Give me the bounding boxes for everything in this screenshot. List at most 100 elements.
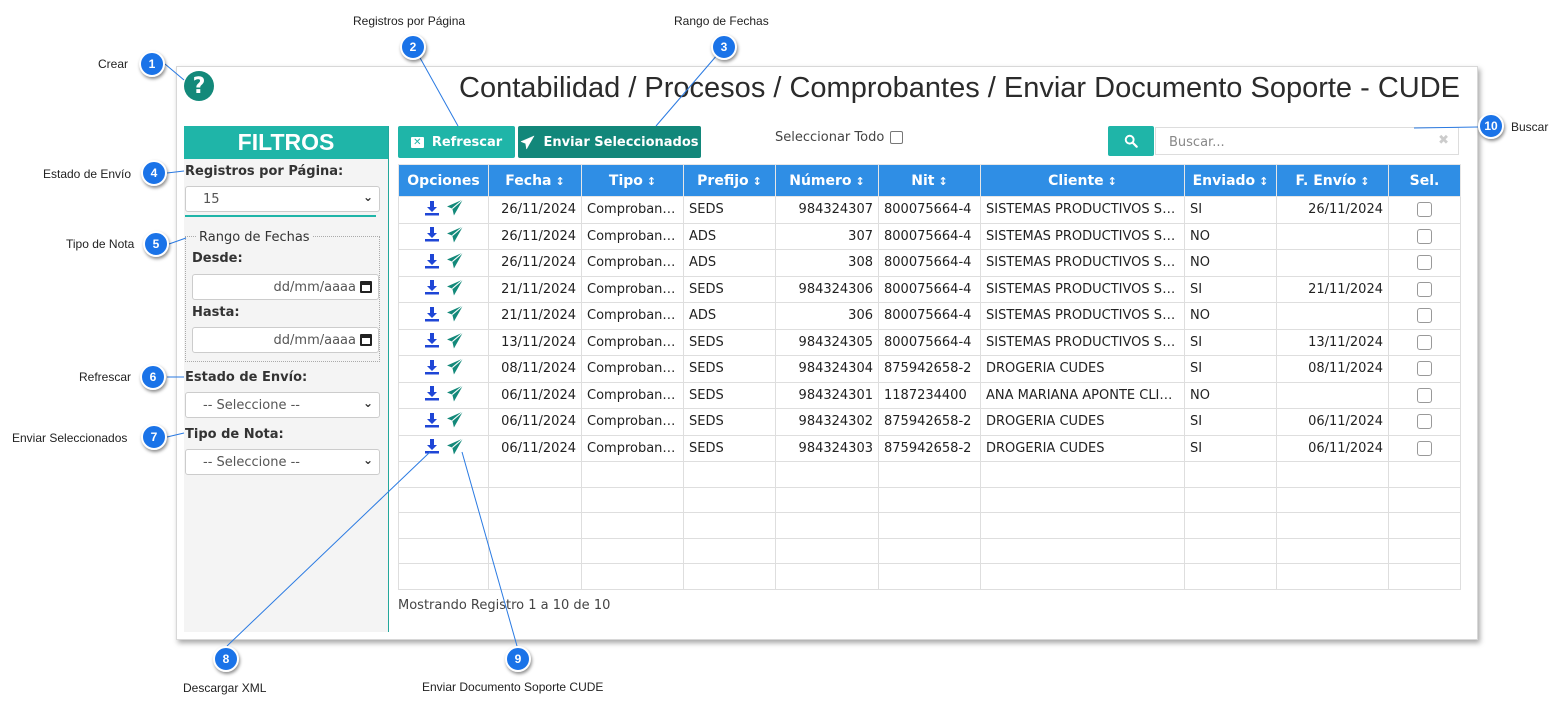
download-icon[interactable] [424,359,440,379]
calendar-icon[interactable] [360,334,372,346]
paper-plane-icon[interactable] [446,358,464,379]
paper-plane-icon[interactable] [446,225,464,247]
empty-cell [683,512,776,539]
row-checkbox[interactable] [1417,281,1432,297]
callout-8: 8 [213,646,239,672]
sort-icon[interactable]: ↕ [647,175,656,188]
options-cell [398,196,489,224]
download-icon[interactable] [424,226,440,246]
table-row: 08/11/2024 Comprobante... SEDS 984324304 875… [398,355,1461,383]
search-input[interactable]: Buscar... ✖ [1155,127,1459,155]
paper-plane-icon[interactable] [446,199,464,220]
calendar-icon[interactable] [360,281,372,293]
hasta-date-input[interactable]: dd/mm/aaaa [192,327,379,353]
date-range-legend: Rango de Fechas [196,230,313,245]
column-header[interactable]: F. Envío ↕ [1276,164,1389,197]
cell-cliente: SISTEMAS PRODUCTIVOS SAS [980,249,1185,277]
paper-plane-icon[interactable] [446,384,464,406]
column-header[interactable]: Tipo ↕ [581,164,684,197]
row-checkbox[interactable] [1417,228,1432,244]
select-all[interactable]: Seleccionar Todo [775,130,904,145]
cell-prefijo: ADS [683,249,776,277]
callout-label-rango: Rango de Fechas [674,14,769,28]
table-header-row: Opciones Fecha ↕ Tipo ↕ Prefijo ↕ Número ↕ Nit ↕ Cl… [398,164,1461,197]
download-icon[interactable] [424,332,440,352]
download-icon[interactable] [424,200,440,220]
paper-plane-icon[interactable] [446,437,464,459]
select-cell [1388,328,1461,356]
row-checkbox[interactable] [1417,308,1432,324]
help-question-icon[interactable]: ? [184,71,214,101]
empty-cell [775,563,879,590]
paper-plane-icon[interactable] [446,252,464,273]
download-icon[interactable] [424,253,440,273]
desde-date-input[interactable]: dd/mm/aaaa [192,274,379,300]
cell-numero: 984324301 [775,381,879,409]
select-all-checkbox[interactable] [890,131,904,144]
cell-cliente: SISTEMAS PRODUCTIVOS SAS [980,328,1185,356]
cell-fecha: 26/11/2024 [488,249,582,277]
search-icon [1124,134,1138,148]
sort-icon[interactable]: ↕ [753,175,762,188]
row-checkbox[interactable] [1417,440,1432,456]
column-header[interactable]: Fecha ↕ [488,164,582,197]
search-button[interactable] [1108,126,1154,156]
tipo-nota-select[interactable]: -- Seleccione -- ⌄ [185,449,380,475]
sort-icon[interactable]: ↕ [1108,175,1117,188]
column-header[interactable]: Cliente ↕ [980,164,1185,197]
paper-plane-icon[interactable] [446,331,464,353]
select-cell [1388,355,1461,383]
sort-icon[interactable]: ↕ [856,175,865,188]
chevron-down-icon: ⌄ [362,453,373,467]
paper-plane-icon[interactable] [446,278,464,300]
column-header[interactable]: Prefijo ↕ [683,164,776,197]
callout-label-refrescar: Refrescar [79,370,132,384]
cell-prefijo: SEDS [683,381,776,409]
callout-3: 3 [711,34,737,60]
download-icon[interactable] [424,385,440,405]
cell-fecha: 21/11/2024 [488,275,582,303]
registros-label: Registros por Página: [185,164,344,179]
sort-icon[interactable]: ↕ [1360,175,1369,188]
cell-enviado: SI [1184,355,1277,383]
row-checkbox[interactable] [1417,361,1432,377]
empty-cell [398,461,489,488]
send-selected-button[interactable]: Enviar Seleccionados [518,126,701,158]
empty-cell [1184,486,1277,514]
options-cell [398,328,489,356]
select-cell [1388,408,1461,436]
cell-nit: 800075664-4 [878,328,981,356]
empty-cell [683,537,776,565]
empty-cell [683,461,776,488]
row-checkbox[interactable] [1417,414,1432,430]
download-icon[interactable] [424,306,440,326]
estado-envio-select[interactable]: -- Seleccione -- ⌄ [185,392,380,418]
sort-icon[interactable]: ↕ [939,175,948,188]
cell-f-envio: 26/11/2024 [1276,196,1389,224]
registros-select[interactable]: 15 ⌄ [185,186,380,212]
cell-fecha: 08/11/2024 [488,355,582,383]
cell-tipo: Comprobante... [581,302,684,330]
paper-plane-icon[interactable] [446,411,464,432]
sort-icon[interactable]: ↕ [1259,175,1268,188]
download-icon[interactable] [424,412,440,432]
column-header[interactable]: Número ↕ [775,164,879,197]
search-placeholder: Buscar... [1169,135,1225,150]
row-checkbox[interactable] [1417,202,1432,218]
row-checkbox[interactable] [1417,387,1432,403]
refresh-button[interactable]: ✕ Refrescar [398,126,515,158]
select-cell [1388,249,1461,277]
clear-search-icon[interactable]: ✖ [1438,133,1449,148]
empty-cell [878,461,981,488]
column-header[interactable]: Enviado ↕ [1184,164,1277,197]
paper-plane-icon[interactable] [446,305,464,326]
cell-cliente: ANA MARIANA APONTE CLIE... [980,381,1185,409]
row-checkbox[interactable] [1417,255,1432,271]
column-header[interactable]: Nit ↕ [878,164,981,197]
row-checkbox[interactable] [1417,334,1432,350]
select-all-label: Seleccionar Todo [775,130,885,145]
cell-numero: 984324304 [775,355,879,383]
sort-icon[interactable]: ↕ [556,175,565,188]
download-icon[interactable] [424,279,440,299]
download-icon[interactable] [424,438,440,458]
